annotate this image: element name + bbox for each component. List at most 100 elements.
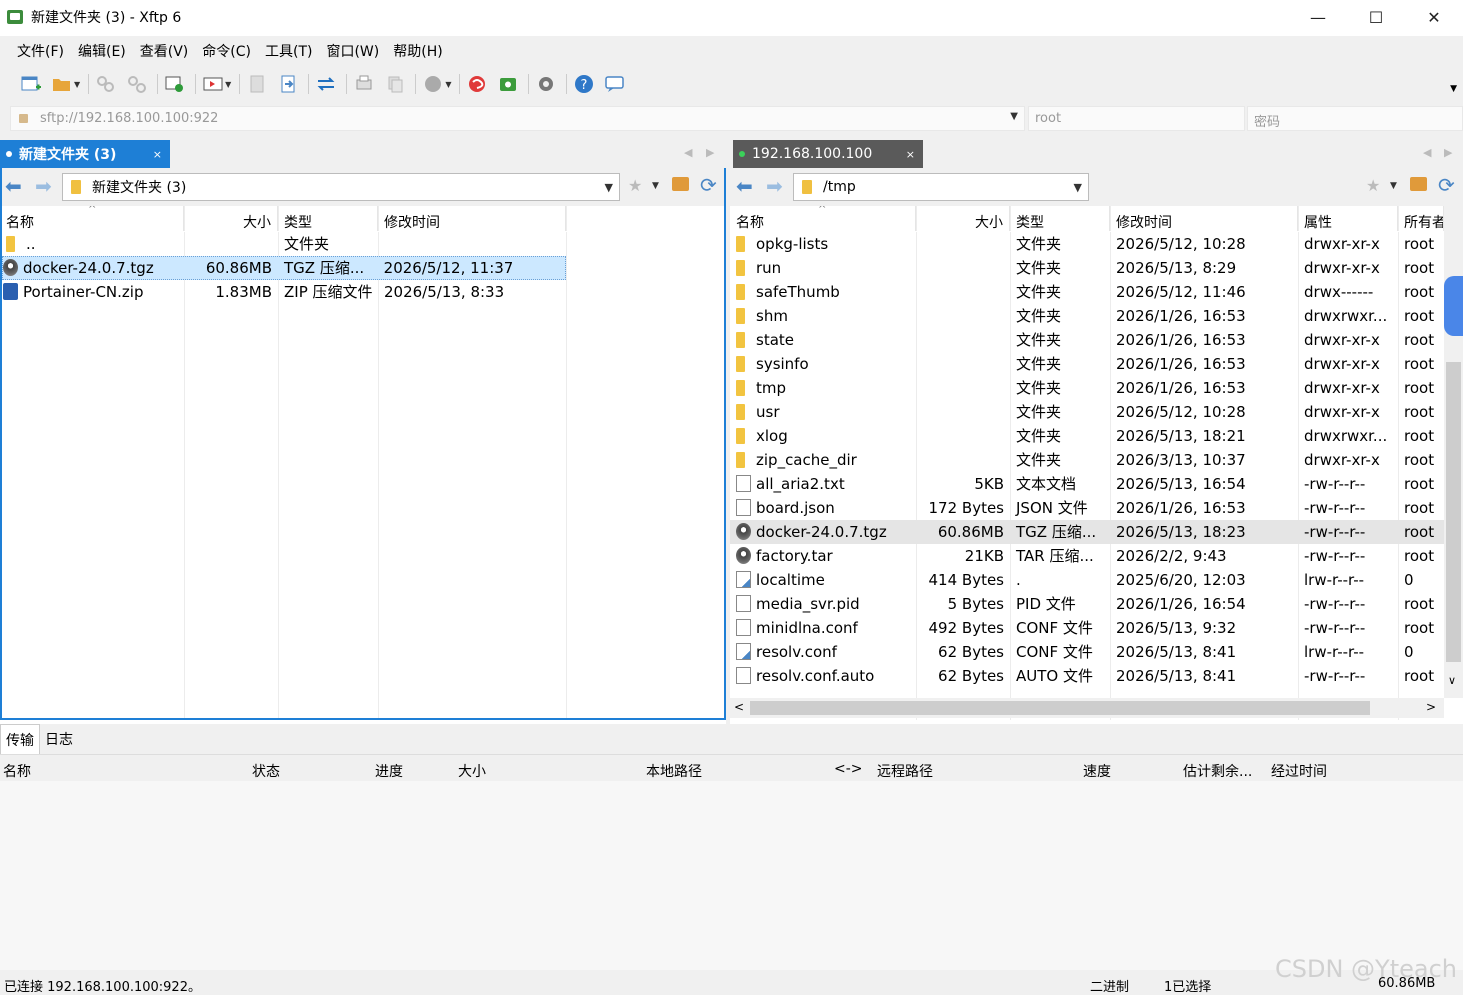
home-icon[interactable]: [672, 177, 689, 191]
table-row[interactable]: all_aria2.txt 5KB 文本文档 2026/5/13, 16:54 -rw-…: [730, 472, 1444, 496]
table-row[interactable]: docker-24.0.7.tgz 60.86MB TGZ 压缩... 2026…: [2, 256, 566, 280]
table-row[interactable]: zip_cache_dir 文件夹 2026/3/13, 10:37 drwxr-xr…: [730, 448, 1444, 472]
close-icon[interactable]: ×: [153, 148, 162, 161]
table-row[interactable]: sysinfo 文件夹 2026/1/26, 16:53 drwxr-xr-x root: [730, 352, 1444, 376]
chevron-left-icon[interactable]: ◀: [684, 146, 692, 159]
menu-tools[interactable]: 工具(T): [258, 41, 319, 61]
chevron-down-icon[interactable]: ▼: [605, 181, 613, 194]
forward-arrow-icon[interactable]: ➡: [35, 176, 52, 196]
column-header-mtime[interactable]: 修改时间: [378, 206, 566, 231]
disconnect-icon[interactable]: [126, 73, 148, 95]
dropdown-arrow-icon[interactable]: ▼: [1390, 181, 1397, 191]
column-header-eta[interactable]: 估计剩余...: [1183, 761, 1252, 781]
column-header-name[interactable]: 名称 ^: [730, 206, 916, 231]
scrollbar-thumb[interactable]: [750, 701, 1370, 715]
chevron-right-icon[interactable]: ▶: [1444, 146, 1452, 159]
tab-transfers[interactable]: 传输: [0, 723, 40, 755]
table-row[interactable]: xlog 文件夹 2026/5/13, 18:21 drwxrwxr... root: [730, 424, 1444, 448]
close-button[interactable]: ✕: [1405, 0, 1463, 34]
dropdown-arrow-icon[interactable]: ▼: [445, 80, 451, 89]
column-header-type[interactable]: 类型: [1010, 206, 1110, 231]
xftp-icon[interactable]: [497, 73, 519, 95]
table-row[interactable]: docker-24.0.7.tgz 60.86MB TGZ 压缩... 2026/5/…: [730, 520, 1444, 544]
menu-help[interactable]: 帮助(H): [386, 41, 449, 61]
new-session-icon[interactable]: [20, 73, 42, 95]
column-header-direction[interactable]: <->: [834, 761, 863, 777]
table-row[interactable]: safeThumb 文件夹 2026/5/12, 11:46 drwx------ ro…: [730, 280, 1444, 304]
copy-icon[interactable]: [384, 73, 406, 95]
scrollbar-thumb[interactable]: [1446, 362, 1461, 662]
column-header-name[interactable]: 名称 ^: [2, 206, 184, 231]
globe-icon[interactable]: [422, 73, 444, 95]
column-header-size[interactable]: 大小: [458, 761, 486, 781]
new-file-icon[interactable]: [246, 73, 268, 95]
table-row[interactable]: resolv.conf 62 Bytes CONF 文件 2026/5/13, 8:4…: [730, 640, 1444, 664]
chat-icon[interactable]: [604, 73, 626, 95]
dropdown-arrow-icon[interactable]: ▼: [652, 181, 659, 191]
gear-icon[interactable]: [535, 73, 557, 95]
table-row[interactable]: Portainer-CN.zip 1.83MB ZIP 压缩文件 2026/5/…: [2, 280, 566, 304]
column-header-name[interactable]: 名称: [3, 761, 31, 781]
column-header-type[interactable]: 类型: [278, 206, 378, 231]
table-row[interactable]: shm 文件夹 2026/1/26, 16:53 drwxrwxr... root: [730, 304, 1444, 328]
open-folder-icon[interactable]: [51, 73, 73, 95]
horizontal-scrollbar[interactable]: < >: [730, 698, 1444, 718]
column-header-size[interactable]: 大小: [184, 206, 278, 231]
menu-command[interactable]: 命令(C): [195, 41, 258, 61]
table-row[interactable]: minidlna.conf 492 Bytes CONF 文件 2026/5/13, …: [730, 616, 1444, 640]
tab-remote-session[interactable]: 192.168.100.100 ×: [733, 140, 923, 168]
local-path-input[interactable]: 新建文件夹 (3) ▼: [62, 173, 620, 201]
star-icon[interactable]: ★: [628, 176, 642, 195]
column-header-local-path[interactable]: 本地路径: [646, 761, 702, 781]
floating-widget-icon[interactable]: [1444, 276, 1463, 336]
chevron-down-icon[interactable]: ∨: [1448, 674, 1456, 687]
dropdown-arrow-icon[interactable]: ▼: [225, 80, 231, 89]
table-row[interactable]: opkg-lists 文件夹 2026/5/12, 10:28 drwxr-xr-x r…: [730, 232, 1444, 256]
print-icon[interactable]: [353, 73, 375, 95]
tab-local-folder[interactable]: 新建文件夹 (3) ×: [0, 140, 170, 168]
star-icon[interactable]: ★: [1366, 176, 1380, 195]
dropdown-arrow-icon[interactable]: ▼: [74, 80, 80, 89]
column-header-attributes[interactable]: 属性: [1298, 206, 1398, 231]
menu-view[interactable]: 查看(V): [133, 41, 196, 61]
minimize-button[interactable]: —: [1289, 0, 1347, 34]
table-row[interactable]: run 文件夹 2026/5/13, 8:29 drwxr-xr-x root: [730, 256, 1444, 280]
transfer-list[interactable]: [0, 781, 1463, 970]
chevron-down-icon[interactable]: ▼: [1074, 181, 1082, 194]
sync-icon[interactable]: [315, 73, 337, 95]
column-header-owner[interactable]: 所有者: [1398, 206, 1444, 231]
home-icon[interactable]: [1410, 177, 1427, 191]
terminal-icon[interactable]: [202, 73, 224, 95]
host-address-field[interactable]: sftp://192.168.100.100:922 ▼: [10, 106, 1025, 131]
refresh-icon[interactable]: ⟳: [700, 173, 717, 197]
table-row[interactable]: resolv.conf.auto 62 Bytes AUTO 文件 2026/5/13…: [730, 664, 1444, 688]
password-field[interactable]: 密码: [1247, 106, 1463, 131]
menu-file[interactable]: 文件(F): [10, 41, 71, 61]
connect-icon[interactable]: [95, 73, 117, 95]
table-row[interactable]: tmp 文件夹 2026/1/26, 16:53 drwxr-xr-x root: [730, 376, 1444, 400]
menu-edit[interactable]: 编辑(E): [71, 41, 133, 61]
back-arrow-icon[interactable]: ⬅: [736, 176, 753, 196]
close-icon[interactable]: ×: [906, 148, 915, 161]
table-row[interactable]: media_svr.pid 5 Bytes PID 文件 2026/1/26, 16:…: [730, 592, 1444, 616]
column-header-mtime[interactable]: 修改时间: [1110, 206, 1298, 231]
pane-splitter[interactable]: [726, 134, 730, 724]
session-settings-icon[interactable]: [164, 73, 186, 95]
chevron-down-icon[interactable]: ▼: [1010, 111, 1018, 122]
table-row[interactable]: .. 文件夹: [2, 232, 566, 256]
chevron-right-icon[interactable]: ▶: [706, 146, 714, 159]
refresh-icon[interactable]: ⟳: [1438, 173, 1455, 197]
chevron-left-icon[interactable]: <: [734, 700, 744, 714]
table-row[interactable]: usr 文件夹 2026/5/12, 10:28 drwxr-xr-x root: [730, 400, 1444, 424]
xshell-icon[interactable]: [466, 73, 488, 95]
remote-path-input[interactable]: /tmp ▼: [793, 173, 1089, 201]
transfer-icon[interactable]: [277, 73, 299, 95]
table-row[interactable]: board.json 172 Bytes JSON 文件 2026/1/26, 16:…: [730, 496, 1444, 520]
table-row[interactable]: state 文件夹 2026/1/26, 16:53 drwxr-xr-x root: [730, 328, 1444, 352]
chevron-left-icon[interactable]: ◀: [1423, 146, 1431, 159]
username-field[interactable]: root: [1028, 106, 1245, 131]
column-header-progress[interactable]: 进度: [375, 761, 403, 781]
back-arrow-icon[interactable]: ⬅: [5, 176, 22, 196]
column-header-status[interactable]: 状态: [252, 761, 280, 781]
table-row[interactable]: localtime 414 Bytes. 2025/6/20, 12:03 lrw-r…: [730, 568, 1444, 592]
